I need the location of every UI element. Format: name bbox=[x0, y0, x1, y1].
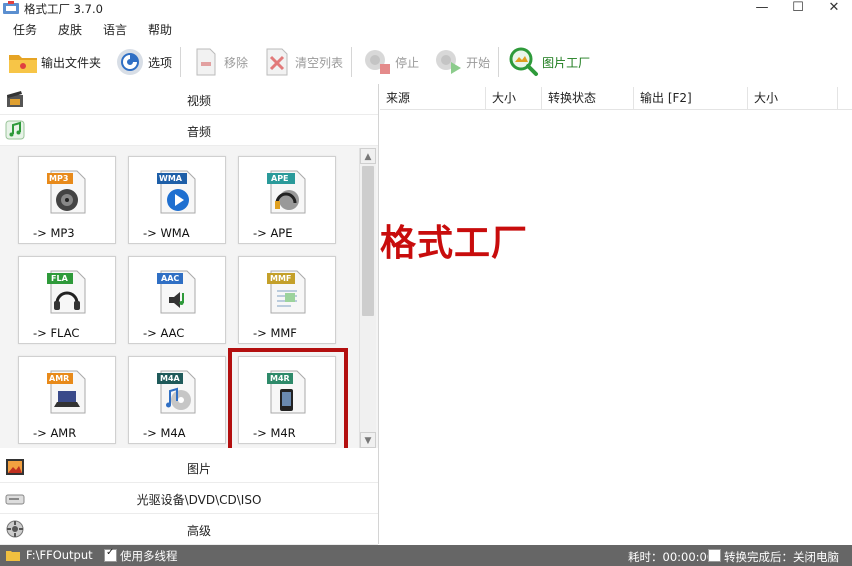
conversion-panel: 视频 音频 MP3 -> MP3 WMA -> WMA APE -> APE F… bbox=[0, 84, 379, 545]
window-title: 格式工厂 3.7.0 bbox=[24, 2, 103, 16]
format-badge: MP3 bbox=[49, 174, 69, 183]
toolbar-separator bbox=[351, 47, 353, 77]
format-tile-amr[interactable]: AMR -> AMR bbox=[18, 356, 116, 444]
multithread-label: 使用多线程 bbox=[120, 549, 178, 563]
menu-task[interactable]: 任务 bbox=[0, 20, 45, 40]
format-tile-flac[interactable]: FLA -> FLAC bbox=[18, 256, 116, 344]
status-bar: F:\FFOutput 使用多线程 耗时：00:00:00 转换完成后：关闭电脑 bbox=[0, 545, 852, 566]
format-tile-wma[interactable]: WMA -> WMA bbox=[128, 156, 226, 244]
category-video[interactable]: 视频 bbox=[0, 84, 378, 115]
menu-help[interactable]: 帮助 bbox=[135, 20, 180, 40]
maximize-button[interactable]: ☐ bbox=[780, 0, 816, 18]
toolbar-separator bbox=[180, 47, 182, 77]
magnifier-image-icon bbox=[509, 47, 539, 77]
output-folder-button[interactable]: 输出文件夹 bbox=[0, 45, 107, 79]
format-tile-mmf[interactable]: MMF -> MMF bbox=[238, 256, 336, 344]
app-watermark: 格式工厂 bbox=[380, 223, 529, 264]
remove-button[interactable]: 移除 bbox=[183, 45, 254, 79]
task-list-panel: 来源 大小 转换状态 输出 [F2] 大小 格式工厂 bbox=[380, 84, 852, 544]
stop-button[interactable]: 停止 bbox=[354, 45, 425, 79]
format-badge: WMA bbox=[159, 174, 182, 183]
menu-bar: 任务 皮肤 语言 帮助 bbox=[0, 20, 852, 40]
format-grid: MP3 -> MP3 WMA -> WMA APE -> APE FLA -> … bbox=[0, 146, 378, 448]
scroll-up-arrow-icon[interactable]: ▲ bbox=[360, 148, 376, 164]
menu-language[interactable]: 语言 bbox=[90, 20, 135, 40]
shutdown-label: 转换完成后：关闭电脑 bbox=[724, 550, 839, 564]
selection-highlight bbox=[228, 348, 348, 448]
format-badge: APE bbox=[271, 174, 289, 183]
output-path[interactable]: F:\FFOutput bbox=[26, 548, 93, 562]
multithread-checkbox[interactable] bbox=[104, 547, 117, 562]
shutdown-checkbox[interactable] bbox=[708, 549, 721, 562]
task-list-header: 来源 大小 转换状态 输出 [F2] 大小 bbox=[380, 87, 852, 110]
format-badge: FLA bbox=[51, 274, 68, 283]
folder-icon bbox=[6, 551, 20, 561]
elapsed-time: 耗时：00:00:00 bbox=[628, 550, 715, 564]
format-grid-scrollbar[interactable]: ▲ ▼ bbox=[359, 148, 376, 448]
title-bar: 格式工厂 3.7.0 — ☐ ✕ bbox=[0, 0, 852, 18]
menu-skin[interactable]: 皮肤 bbox=[45, 20, 90, 40]
scroll-thumb[interactable] bbox=[362, 166, 374, 316]
format-badge: MMF bbox=[270, 274, 292, 283]
column-source[interactable]: 来源 bbox=[380, 87, 486, 109]
category-advanced[interactable]: 高级 bbox=[0, 514, 378, 545]
column-output[interactable]: 输出 [F2] bbox=[634, 87, 748, 109]
category-disc[interactable]: 光驱设备\DVD\CD\ISO bbox=[0, 483, 378, 514]
app-logo-icon bbox=[3, 1, 19, 14]
options-button[interactable]: 选项 bbox=[107, 45, 178, 79]
format-tile-m4a[interactable]: M4A -> M4A bbox=[128, 356, 226, 444]
column-status[interactable]: 转换状态 bbox=[542, 87, 634, 109]
document-remove-icon bbox=[191, 47, 221, 77]
minimize-button[interactable]: — bbox=[744, 0, 780, 18]
clear-list-button[interactable]: 清空列表 bbox=[254, 45, 349, 79]
clear-x-icon bbox=[262, 47, 292, 77]
scroll-down-arrow-icon[interactable]: ▼ bbox=[360, 432, 376, 448]
category-image[interactable]: 图片 bbox=[0, 452, 378, 483]
column-output-size[interactable]: 大小 bbox=[748, 87, 838, 109]
format-tile-mp3[interactable]: MP3 -> MP3 bbox=[18, 156, 116, 244]
toolbar: 输出文件夹 选项 移除 清空列表 停止 开始 图片工厂 bbox=[0, 42, 852, 82]
image-factory-button[interactable]: 图片工厂 bbox=[501, 45, 596, 79]
format-tile-ape[interactable]: APE -> APE bbox=[238, 156, 336, 244]
toolbar-separator bbox=[498, 47, 500, 77]
category-audio[interactable]: 音频 bbox=[0, 115, 378, 146]
column-size[interactable]: 大小 bbox=[486, 87, 542, 109]
start-button[interactable]: 开始 bbox=[425, 45, 496, 79]
format-tile-aac[interactable]: AAC -> AAC bbox=[128, 256, 226, 344]
format-badge: AMR bbox=[49, 374, 70, 383]
close-button[interactable]: ✕ bbox=[816, 0, 852, 18]
format-badge: M4A bbox=[160, 374, 180, 383]
folder-icon bbox=[8, 47, 38, 77]
options-gear-icon bbox=[115, 47, 145, 77]
stop-icon bbox=[362, 47, 392, 77]
format-badge: AAC bbox=[161, 274, 180, 283]
start-icon bbox=[433, 47, 463, 77]
